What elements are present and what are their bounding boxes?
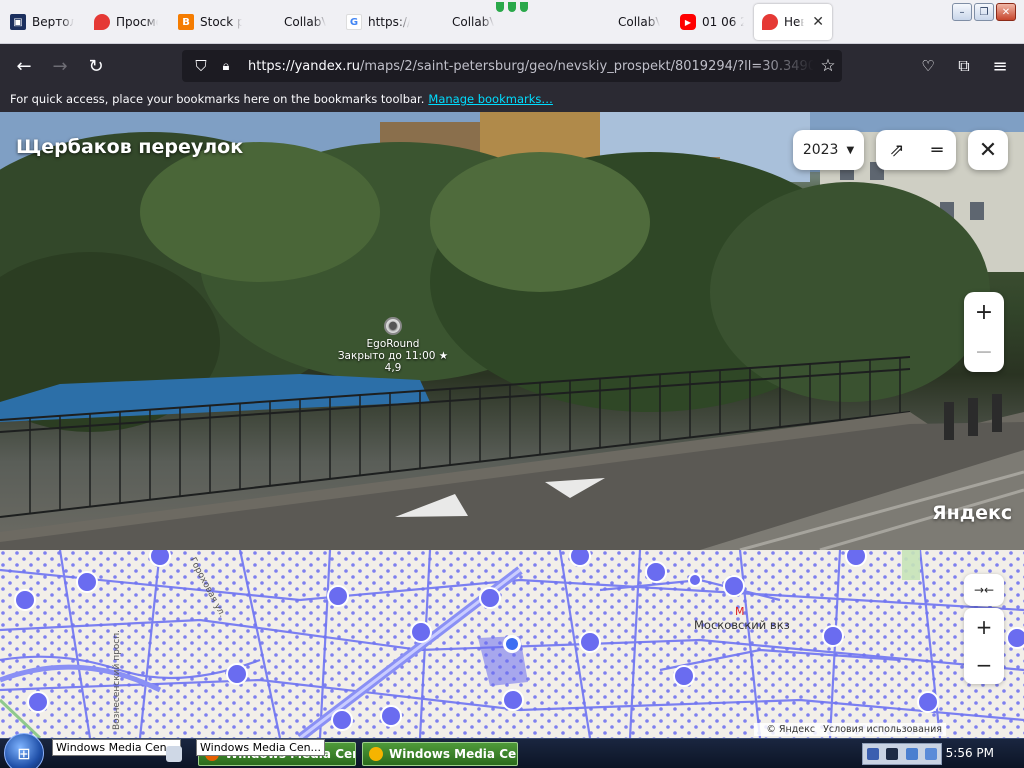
bookmark-star-icon[interactable]: ☆ <box>814 56 842 76</box>
terms-link[interactable]: Условия использования <box>823 724 942 735</box>
restore-button[interactable]: ❐ <box>974 3 994 21</box>
street-label: Вознесенский просп. <box>112 630 122 730</box>
map-zoom-in-button[interactable]: + <box>964 608 1004 646</box>
map-zoom-out-button[interactable]: − <box>964 646 1004 684</box>
quicklaunch-icon[interactable] <box>166 746 182 762</box>
extensions-icon[interactable]: ⧉ <box>952 54 976 78</box>
menu-icon[interactable]: ≡ <box>988 54 1012 78</box>
tab-1[interactable]: ▣ Вертолёт <box>2 4 82 40</box>
menu-lines-icon[interactable]: ═ <box>932 140 943 161</box>
network-icon[interactable] <box>866 748 879 760</box>
back-arrow-icon[interactable]: ← <box>12 54 36 78</box>
map-zoom: + − <box>964 608 1004 684</box>
tab-8[interactable]: ▶ 01 06 2 <box>672 4 752 40</box>
tab-active[interactable]: Нев ✕ <box>754 4 832 40</box>
tab-3[interactable]: B Stock photos <box>170 4 250 40</box>
close-panorama-button[interactable]: ✕ <box>968 130 1008 170</box>
screen: ▣ Вертолёт Просмотр B Stock photos Colla… <box>0 0 1024 768</box>
blogger-icon: B <box>178 14 194 30</box>
page-icon <box>262 14 278 30</box>
url-text[interactable]: https://yandex.ru/maps/2/saint-petersbur… <box>238 59 814 74</box>
start-button[interactable]: ⊞ <box>4 733 44 768</box>
tab-6[interactable]: CollabVM <box>422 4 502 40</box>
map-pin-icon <box>94 14 110 30</box>
open-external-icon[interactable]: ⇗ <box>890 140 905 161</box>
lock-icon[interactable]: 🔒︎ <box>214 59 238 74</box>
poi-status: Закрыто до 11:00 ★ 4,9 <box>337 350 449 374</box>
station-label[interactable]: Московский вкз <box>694 618 790 632</box>
panorama-scene <box>0 112 1024 550</box>
media-center-icon <box>369 747 383 761</box>
clock: 5:56 PM <box>945 746 994 760</box>
zoom-in-button[interactable]: + <box>964 292 1004 332</box>
minimize-button[interactable]: – <box>952 3 972 21</box>
tab-close-icon[interactable]: ✕ <box>812 14 824 30</box>
youtube-icon: ▶ <box>680 14 696 30</box>
system-tray <box>862 743 942 765</box>
poi-name: EgoRound <box>366 338 420 350</box>
manage-bookmarks-link[interactable]: Manage bookmarks… <box>428 92 553 106</box>
tab-strip: ▣ Вертолёт Просмотр B Stock photos Colla… <box>0 0 1024 44</box>
taskbar-item-2[interactable]: Windows Media Cen... <box>362 742 518 766</box>
zoom-out-button[interactable]: − <box>964 332 1004 372</box>
bookmarks-toolbar: For quick access, place your bookmarks h… <box>0 88 1024 112</box>
page-icon <box>596 14 612 30</box>
map-attribution: © Яндекс Условия использования <box>754 723 946 736</box>
google-icon: G <box>346 14 362 30</box>
nav-bar: ← → ↻ ⛉ 🔒︎ https://yandex.ru/maps/2/sain… <box>0 44 1024 88</box>
address-bar[interactable]: ⛉ 🔒︎ https://yandex.ru/maps/2/saint-pete… <box>182 50 842 82</box>
forward-arrow-icon[interactable]: → <box>48 54 72 78</box>
metro-icon: М <box>735 605 745 618</box>
poi-marker[interactable]: ● EgoRound Закрыто до 11:00 ★ 4,9 <box>333 317 453 374</box>
tab-4[interactable]: CollabVM S <box>254 4 334 40</box>
yandex-logo: Яндекс <box>932 502 1013 524</box>
tooltip: Windows Media Cen... <box>52 739 182 756</box>
copyright-text[interactable]: © Яндекс <box>766 724 815 735</box>
monitor-icon[interactable] <box>886 748 899 760</box>
tab-2[interactable]: Просмотр <box>86 4 166 40</box>
taskbar: ⊞ Windows Media Cen... Windows Media Cen… <box>0 733 1024 768</box>
shield-icon[interactable]: ⛉ <box>188 57 214 75</box>
panorama-zoom: + − <box>964 292 1004 372</box>
page-icon: ▣ <box>10 14 26 30</box>
caret-down-icon: ▼ <box>846 144 855 156</box>
page-icon <box>430 14 446 30</box>
map-view[interactable]: Гороховая ул. Вознесенский просп. М Моск… <box>0 550 1024 738</box>
tab-5[interactable]: G https:// <box>338 4 418 40</box>
map-canvas <box>0 550 1024 738</box>
window-controls: – ❐ ✕ <box>952 3 1016 21</box>
collapse-map-button[interactable]: →← <box>964 574 1004 606</box>
reload-icon[interactable]: ↻ <box>84 54 108 78</box>
volume-icon[interactable] <box>905 748 918 760</box>
tooltip: Windows Media Cen... <box>196 739 326 756</box>
year-select[interactable]: 2023 ▼ <box>793 130 864 170</box>
pocket-icon[interactable]: ♡ <box>916 54 940 78</box>
street-panorama[interactable]: Щербаков переулок 2023 ▼ ⇗ ═ ✕ + − ● Ego… <box>0 112 1024 550</box>
poi-pin-icon: ● <box>384 317 402 335</box>
map-pin-icon <box>762 14 778 30</box>
panorama-title: Щербаков переулок <box>16 136 244 158</box>
panorama-actions: ⇗ ═ <box>876 130 956 170</box>
tab-7[interactable]: CollabVM S <box>588 4 668 40</box>
window-close-button[interactable]: ✕ <box>996 3 1016 21</box>
tray-icon[interactable] <box>925 748 938 760</box>
